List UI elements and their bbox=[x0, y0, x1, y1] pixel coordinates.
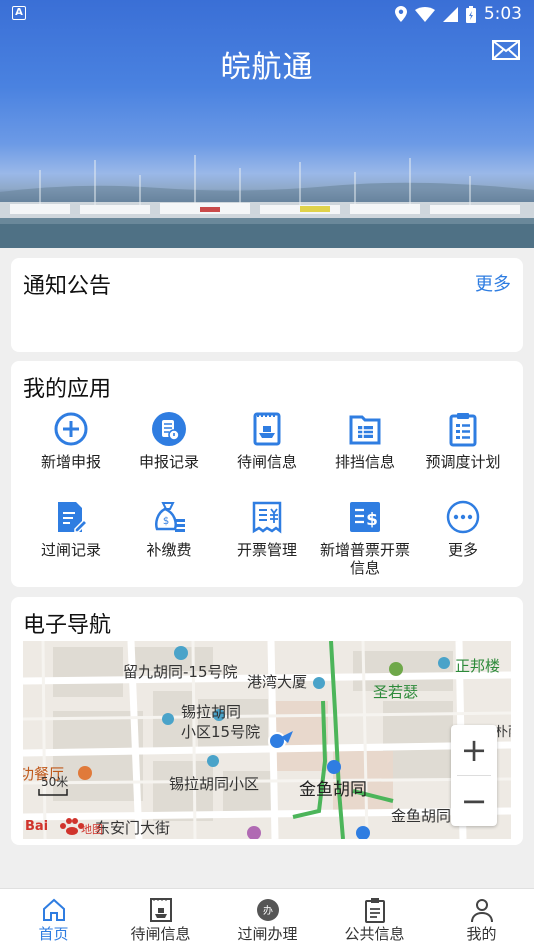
tab-lock-process[interactable]: 办 过闸办理 bbox=[214, 889, 321, 950]
plus-circle-icon bbox=[54, 412, 88, 446]
tab-label: 公共信息 bbox=[344, 925, 405, 943]
tab-mine[interactable]: 我的 bbox=[428, 889, 534, 950]
tab-home[interactable]: 首页 bbox=[0, 889, 107, 950]
app-waiting-info[interactable]: 待闸信息 bbox=[217, 411, 317, 471]
clipboard-icon bbox=[364, 898, 385, 923]
clock: 5:03 bbox=[483, 4, 522, 24]
app-label: 预调度计划 bbox=[425, 453, 501, 471]
app-label: 新增普票开票信息 bbox=[319, 541, 410, 577]
map-label: 港湾大厦 bbox=[247, 673, 308, 691]
map-label: 朴雨 bbox=[495, 725, 511, 740]
notice-card: 通知公告 更多 bbox=[11, 258, 523, 352]
map-scale: 50米 bbox=[41, 775, 69, 789]
map-label: 金鱼胡同 bbox=[299, 780, 367, 800]
app-label: 过闸记录 bbox=[40, 541, 101, 559]
app-schedule-info[interactable]: 排挡信息 bbox=[315, 411, 415, 471]
tab-label: 待闸信息 bbox=[130, 925, 191, 943]
tab-label: 过闸办理 bbox=[237, 925, 298, 943]
invoice-dollar-icon: $ bbox=[350, 502, 380, 532]
app-new-declaration[interactable]: 新增申报 bbox=[21, 411, 121, 471]
app-lock-records[interactable]: 过闸记录 bbox=[21, 499, 121, 559]
more-dots-icon bbox=[446, 500, 480, 534]
app-label: 补缴费 bbox=[146, 541, 192, 559]
app-declaration-records[interactable]: 申报记录 bbox=[119, 411, 219, 471]
tab-label: 首页 bbox=[38, 925, 69, 943]
money-bag-icon: $ bbox=[155, 502, 185, 532]
ship-ticket-icon bbox=[149, 898, 172, 922]
app-label: 申报记录 bbox=[138, 453, 199, 471]
ship-ticket-icon bbox=[253, 412, 281, 446]
mail-icon[interactable] bbox=[492, 40, 520, 60]
map-view[interactable]: 留九胡同-15号院 港湾大厦 圣若瑟 正邦楼 锡拉胡同 小区15号院 功餐厅 锡… bbox=[23, 641, 511, 839]
map-label: 东安门大街 bbox=[95, 819, 171, 837]
app-supplementary-payment[interactable]: $ 补缴费 bbox=[119, 499, 219, 559]
electronic-navigation-card: 电子导航 留九胡同-15号院 港湾大厦 圣若瑟 正邦楼 锡拉胡同 小区15号院 … bbox=[11, 597, 523, 845]
navigation-title: 电子导航 bbox=[23, 613, 112, 638]
map-label: 正邦楼 bbox=[455, 657, 501, 675]
tab-waiting-info[interactable]: 待闸信息 bbox=[107, 889, 214, 950]
harbor-photo bbox=[0, 155, 534, 248]
battery-icon bbox=[465, 5, 476, 23]
app-label: 新增申报 bbox=[40, 453, 101, 471]
header-banner: A 5:03 皖航通 bbox=[0, 0, 534, 248]
app-label: 待闸信息 bbox=[236, 453, 297, 471]
record-icon bbox=[152, 412, 186, 446]
app-invoice-management[interactable]: 开票管理 bbox=[217, 499, 317, 559]
svg-text:$: $ bbox=[366, 510, 378, 530]
edit-doc-icon bbox=[58, 502, 89, 533]
location-icon bbox=[394, 6, 407, 22]
status-bar: A 5:03 bbox=[0, 0, 534, 28]
home-icon bbox=[42, 898, 65, 921]
wifi-icon bbox=[414, 6, 435, 22]
app-label: 开票管理 bbox=[236, 541, 297, 559]
notification-a-icon: A bbox=[12, 6, 26, 20]
app-label: 更多 bbox=[447, 541, 478, 559]
tab-label: 我的 bbox=[466, 925, 497, 943]
app-label: 排挡信息 bbox=[334, 453, 395, 471]
app-pre-dispatch-plan[interactable]: 预调度计划 bbox=[413, 411, 513, 471]
bottom-tab-bar: 首页 待闸信息 办 过闸办理 公共信息 我的 bbox=[0, 888, 534, 950]
zoom-in-button[interactable]: + bbox=[451, 725, 497, 775]
signal-icon bbox=[442, 6, 458, 22]
app-more[interactable]: 更多 bbox=[413, 499, 513, 559]
invoice-icon bbox=[252, 501, 282, 534]
baidu-logo-text: 地图 bbox=[81, 823, 103, 836]
zoom-out-button[interactable]: − bbox=[451, 776, 497, 826]
apps-title: 我的应用 bbox=[23, 377, 112, 402]
my-apps-card: 我的应用 新增申报 申报记录 待闸信息 排挡信息 预调度计划 过闸记录 $ 补缴… bbox=[11, 361, 523, 587]
map-label: 小区15号院 bbox=[181, 723, 261, 741]
svg-text:$: $ bbox=[163, 516, 169, 527]
map-label: 锡拉胡同小区 bbox=[169, 775, 260, 793]
process-icon: 办 bbox=[256, 899, 279, 921]
user-icon bbox=[470, 899, 493, 923]
folder-list-icon bbox=[349, 415, 381, 445]
notice-more-link[interactable]: 更多 bbox=[475, 270, 511, 296]
app-new-invoice-info[interactable]: $ 新增普票开票信息 bbox=[315, 499, 415, 577]
clipboard-icon bbox=[449, 413, 477, 447]
map-label: 留九胡同-15号院 bbox=[123, 663, 238, 681]
map-label: 圣若瑟 bbox=[373, 683, 419, 701]
map-label: 金鱼胡同 bbox=[391, 807, 452, 825]
baidu-logo: Bai bbox=[25, 819, 49, 834]
tab-public-info[interactable]: 公共信息 bbox=[321, 889, 428, 950]
map-label: 锡拉胡同 bbox=[181, 703, 242, 721]
app-title: 皖航通 bbox=[220, 50, 314, 85]
svg-text:办: 办 bbox=[263, 904, 273, 917]
notice-title: 通知公告 bbox=[23, 274, 112, 299]
zoom-controls: + − bbox=[451, 725, 497, 826]
